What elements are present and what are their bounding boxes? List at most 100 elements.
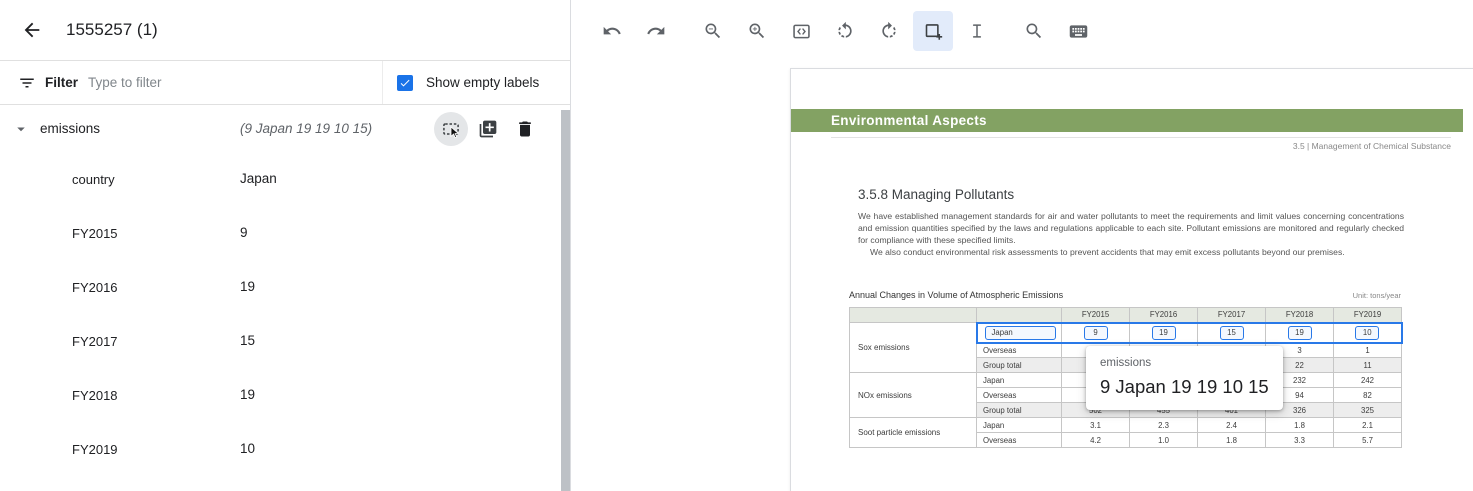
table-cell: 11 [1334, 358, 1402, 373]
annotation-box[interactable]: 15 [1220, 326, 1244, 340]
table-cell: 2.3 [1130, 418, 1198, 433]
annotation-box[interactable]: Japan [985, 326, 1057, 340]
table-cell: Japan [977, 323, 1062, 343]
fit-window-icon [791, 21, 812, 42]
document-page: Environmental Aspects 3.5 | Management o… [790, 68, 1473, 491]
label-field-row[interactable]: FY2015 9 [0, 207, 570, 261]
labels-panel: 1555257 (1) Filter Show empty labels emi… [0, 0, 571, 491]
tooltip-value: 9 Japan 19 19 10 15 [1100, 376, 1269, 398]
keyboard-icon [1068, 21, 1089, 42]
draw-bounding-box-button[interactable] [434, 112, 468, 146]
document-canvas[interactable]: Environmental Aspects 3.5 | Management o… [572, 62, 1473, 491]
fit-window-button[interactable] [781, 11, 821, 51]
table-cell: 19 [1130, 323, 1198, 343]
table-cell: Japan [977, 373, 1062, 388]
table-cell: 1 [1334, 343, 1402, 358]
annotation-box[interactable]: 10 [1355, 326, 1379, 340]
zoom-in-icon [747, 21, 767, 41]
label-field-row[interactable]: FY2018 19 [0, 369, 570, 423]
zoom-in-button[interactable] [737, 11, 777, 51]
table-header-cell [977, 308, 1062, 323]
table-cell: 3.1 [1062, 418, 1130, 433]
table-cell: 1.0 [1130, 433, 1198, 448]
rotate-left-icon [835, 21, 855, 41]
field-key: country [72, 172, 115, 187]
show-empty-labels-checkbox[interactable] [397, 75, 413, 91]
scrollbar[interactable] [561, 110, 570, 491]
filter-icon [18, 74, 36, 92]
redo-button[interactable] [636, 11, 676, 51]
label-field-row[interactable]: FY2016 19 [0, 261, 570, 315]
document-paragraphs: We have established management standards… [858, 210, 1404, 258]
table-cell: 325 [1334, 403, 1402, 418]
field-key: FY2016 [72, 280, 118, 295]
label-list: emissions (9 Japan 19 19 10 15) [0, 105, 570, 477]
rotate-right-button[interactable] [869, 11, 909, 51]
table-row: Soot particle emissions Japan 3.1 2.3 2.… [850, 418, 1402, 433]
label-group-row-emissions[interactable]: emissions (9 Japan 19 19 10 15) [0, 105, 570, 153]
draw-bounding-box-icon [441, 119, 461, 139]
text-select-button[interactable] [957, 11, 997, 51]
undo-button[interactable] [592, 11, 632, 51]
search-button[interactable] [1014, 11, 1054, 51]
delete-button[interactable] [508, 112, 542, 146]
annotation-tooltip: emissions 9 Japan 19 19 10 15 [1086, 346, 1283, 410]
table-row-annotated: Sox emissions Japan 9 19 15 19 10 [850, 323, 1402, 343]
keyboard-shortcuts-button[interactable] [1058, 11, 1098, 51]
rotate-left-button[interactable] [825, 11, 865, 51]
table-cell: NOx emissions [850, 373, 977, 418]
field-value: 10 [240, 441, 255, 456]
label-field-row[interactable]: FY2017 15 [0, 315, 570, 369]
annotation-box[interactable]: 19 [1152, 326, 1176, 340]
undo-icon [602, 21, 622, 41]
redo-icon [646, 21, 666, 41]
back-button[interactable] [18, 16, 46, 44]
field-key: FY2017 [72, 334, 118, 349]
page-title: 1555257 (1) [66, 20, 158, 40]
table-header-cell: FY2015 [1062, 308, 1130, 323]
annotation-box[interactable]: 9 [1084, 326, 1108, 340]
table-cell: 242 [1334, 373, 1402, 388]
check-icon [399, 77, 411, 89]
add-instance-icon [478, 119, 498, 139]
add-instance-button[interactable] [471, 112, 505, 146]
search-icon [1024, 21, 1044, 41]
document-section-ref: 3.5 | Management of Chemical Substance [831, 137, 1451, 151]
filter-label: Filter [45, 75, 78, 90]
arrow-back-icon [21, 19, 43, 41]
table-cell: Overseas [977, 343, 1062, 358]
table-cell: 9 [1062, 323, 1130, 343]
table-cell: 5.7 [1334, 433, 1402, 448]
table-cell: 2.4 [1198, 418, 1266, 433]
table-header-cell: FY2017 [1198, 308, 1266, 323]
table-header-cell: FY2019 [1334, 308, 1402, 323]
text-select-icon [967, 21, 987, 41]
add-region-button[interactable] [913, 11, 953, 51]
label-group-actions [434, 112, 542, 146]
filter-input[interactable] [88, 75, 382, 90]
table-cell: 1.8 [1198, 433, 1266, 448]
table-header-row: FY2015 FY2016 FY2017 FY2018 FY2019 [850, 308, 1402, 323]
table-cell: Sox emissions [850, 323, 977, 373]
field-value: 9 [240, 225, 248, 240]
field-value: 15 [240, 333, 255, 348]
tooltip-label: emissions [1100, 357, 1269, 369]
field-value: 19 [240, 279, 255, 294]
document-viewer-panel: Environmental Aspects 3.5 | Management o… [572, 0, 1473, 491]
label-field-row[interactable]: FY2019 10 [0, 423, 570, 477]
table-cell: 1.8 [1266, 418, 1334, 433]
chevron-down-icon[interactable] [12, 120, 30, 138]
label-group-summary: (9 Japan 19 19 10 15) [240, 121, 372, 136]
annotation-box[interactable]: 19 [1288, 326, 1312, 340]
table-cell: 82 [1334, 388, 1402, 403]
zoom-out-button[interactable] [693, 11, 733, 51]
show-empty-labels-control: Show empty labels [382, 61, 570, 104]
table-unit: Unit: tons/year [1353, 291, 1401, 300]
document-heading: 3.5.8 Managing Pollutants [858, 187, 1014, 202]
field-key: FY2019 [72, 442, 118, 457]
table-cell: 10 [1334, 323, 1402, 343]
paragraph: We also conduct environmental risk asses… [858, 246, 1404, 258]
zoom-out-icon [703, 21, 723, 41]
table-header-cell: FY2018 [1266, 308, 1334, 323]
label-field-row[interactable]: country Japan [0, 153, 570, 207]
